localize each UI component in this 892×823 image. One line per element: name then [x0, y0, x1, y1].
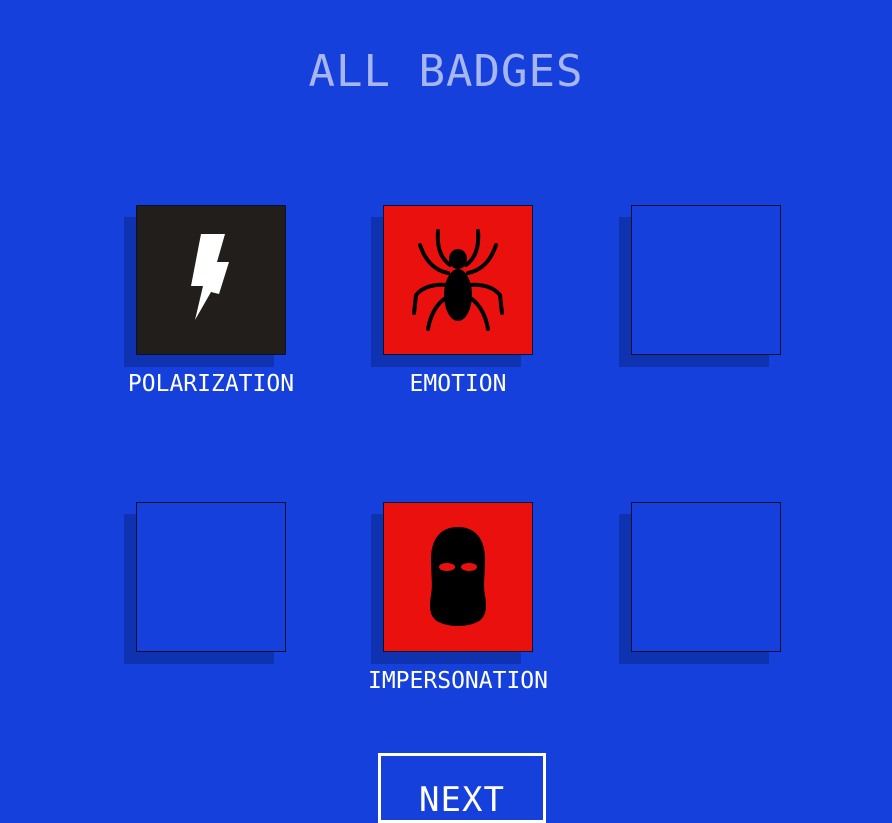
page-title: ALL BADGES: [308, 46, 584, 97]
balaclava-mask-icon: [423, 525, 493, 629]
badge-tile[interactable]: [383, 205, 533, 355]
lightning-bolt-icon: [181, 232, 241, 328]
badge-label: EMOTION: [409, 371, 507, 397]
badge-label: POLARIZATION: [127, 371, 295, 397]
badge-tile[interactable]: [136, 205, 286, 355]
badge-tile-empty[interactable]: [631, 205, 781, 355]
badge-tile[interactable]: [383, 502, 533, 652]
badge-label: IMPERSONATION: [367, 668, 548, 694]
badge-tile-empty[interactable]: [136, 502, 286, 652]
next-button[interactable]: NEXT: [378, 753, 546, 823]
badge-tile-empty[interactable]: [631, 502, 781, 652]
spider-icon: [410, 225, 506, 335]
